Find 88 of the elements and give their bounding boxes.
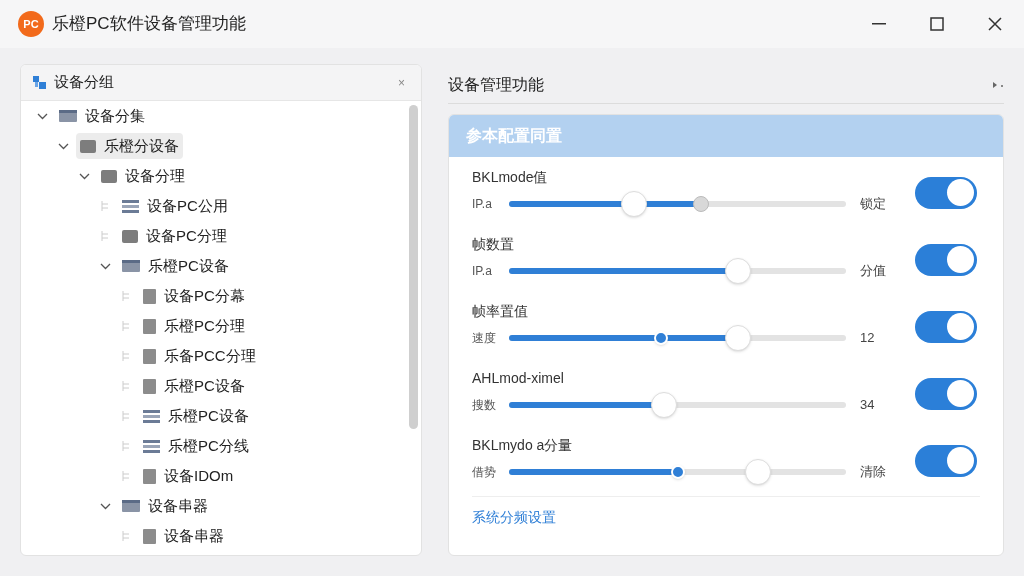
tree-line-icon [122, 411, 130, 421]
slider[interactable] [509, 190, 846, 218]
folder-icon [101, 169, 117, 183]
setting-value: 清除 [860, 463, 886, 482]
tree-item[interactable]: 设备串器 [139, 523, 228, 549]
tree-line-icon [122, 381, 130, 391]
app-logo: PC [18, 11, 44, 37]
scrollbar-thumb[interactable] [409, 105, 418, 429]
folder-icon [122, 260, 140, 272]
close-icon [988, 17, 1002, 31]
slider[interactable] [509, 458, 846, 486]
toggle-switch[interactable] [915, 243, 977, 276]
tree-line-icon [122, 471, 130, 481]
minimize-icon [872, 23, 886, 25]
chevron-icon[interactable] [36, 112, 48, 120]
tree-line-icon [122, 441, 130, 451]
file-icon [143, 348, 156, 364]
setting-label: 帧率置值 [472, 302, 529, 321]
group-icon [33, 75, 47, 90]
panel-title: 设备管理功能 [448, 74, 544, 95]
toggle-switch[interactable] [915, 176, 977, 209]
tree-line-icon [122, 321, 130, 331]
tree-item[interactable]: 乐备PCC分理 [139, 343, 260, 369]
toggle-switch[interactable] [915, 377, 977, 410]
setting-value: 锁定 [860, 195, 886, 214]
window-title: 乐橙PC软件设备管理功能 [52, 13, 246, 36]
tree-item[interactable]: 设备串器 [118, 493, 212, 519]
file-icon [143, 318, 156, 334]
toggle-switch[interactable] [915, 444, 977, 477]
slider[interactable] [509, 257, 846, 285]
setting-sublabel: 借势 [472, 464, 497, 481]
setting-sublabel: IP.a [472, 196, 493, 213]
slider-thumb[interactable] [620, 191, 647, 217]
slider-thumb[interactable] [725, 258, 752, 284]
tree-line-icon [122, 351, 130, 361]
tree-line-icon [122, 291, 130, 301]
tree-item[interactable]: 设备分集 [55, 103, 149, 129]
setting-sublabel: IP.a [472, 263, 493, 280]
tree-item[interactable]: 乐橙PC分线 [139, 433, 253, 459]
folder-icon [122, 229, 138, 243]
tree-item[interactable]: 乐橙PC设备 [139, 373, 249, 399]
tree-item[interactable]: 设备IDOm [139, 463, 238, 489]
tree-item[interactable]: 乐橙分设备 [76, 133, 183, 159]
slider[interactable] [509, 391, 846, 419]
folder-icon [80, 139, 96, 153]
tree-item[interactable]: 乐橙PC设备 [118, 253, 233, 279]
setting-label: BKLmydo a分量 [472, 436, 574, 455]
slider-thumb[interactable] [693, 196, 710, 212]
setting-sublabel: 搜数 [472, 397, 497, 414]
chevron-icon[interactable] [99, 502, 111, 510]
slider-thumb[interactable] [745, 459, 772, 485]
tree-item[interactable]: 设备PC公用 [118, 193, 232, 219]
tree-item[interactable]: 乐橙PC设备 [139, 403, 253, 429]
sidebar-title: 设备分组 [54, 72, 114, 93]
setting-sublabel: 速度 [472, 330, 497, 347]
slider-thumb[interactable] [651, 392, 677, 418]
tree-item[interactable]: 设备PC分幕 [139, 283, 249, 309]
setting-label: AHLmod-ximel [472, 369, 565, 388]
maximize-icon [930, 17, 944, 31]
file-icon [143, 528, 156, 544]
setting-label: BKLmode值 [472, 168, 549, 187]
folder-icon [122, 500, 140, 512]
setting-value: 分值 [860, 262, 886, 281]
setting-value: 34 [860, 396, 875, 415]
setting-label: 帧数置 [472, 235, 515, 254]
tree-item[interactable]: 设备PC分理 [118, 223, 231, 249]
settings-link[interactable]: 系统分频设置 [472, 507, 556, 528]
tree-line-icon [101, 231, 109, 241]
list-icon [143, 439, 160, 453]
toggle-switch[interactable] [915, 310, 977, 343]
chevron-icon[interactable] [99, 262, 111, 270]
file-icon [143, 468, 156, 484]
tree-item[interactable]: 乐橙PC分理 [139, 313, 249, 339]
collapse-icon[interactable] [992, 80, 1004, 89]
slider[interactable] [509, 324, 846, 352]
tree-item[interactable]: 设备分理 [97, 163, 189, 189]
section-header: 参本配置同置 [449, 115, 1003, 157]
chevron-icon[interactable] [78, 172, 90, 180]
file-icon [143, 378, 156, 394]
chevron-icon[interactable] [57, 142, 69, 150]
tree-line-icon [122, 531, 130, 541]
slider-thumb[interactable] [725, 325, 752, 351]
folder-icon [59, 110, 77, 122]
file-icon [143, 288, 156, 304]
tree-line-icon [101, 201, 109, 211]
list-icon [143, 409, 160, 423]
list-icon [122, 199, 139, 213]
setting-value: 12 [860, 329, 875, 348]
